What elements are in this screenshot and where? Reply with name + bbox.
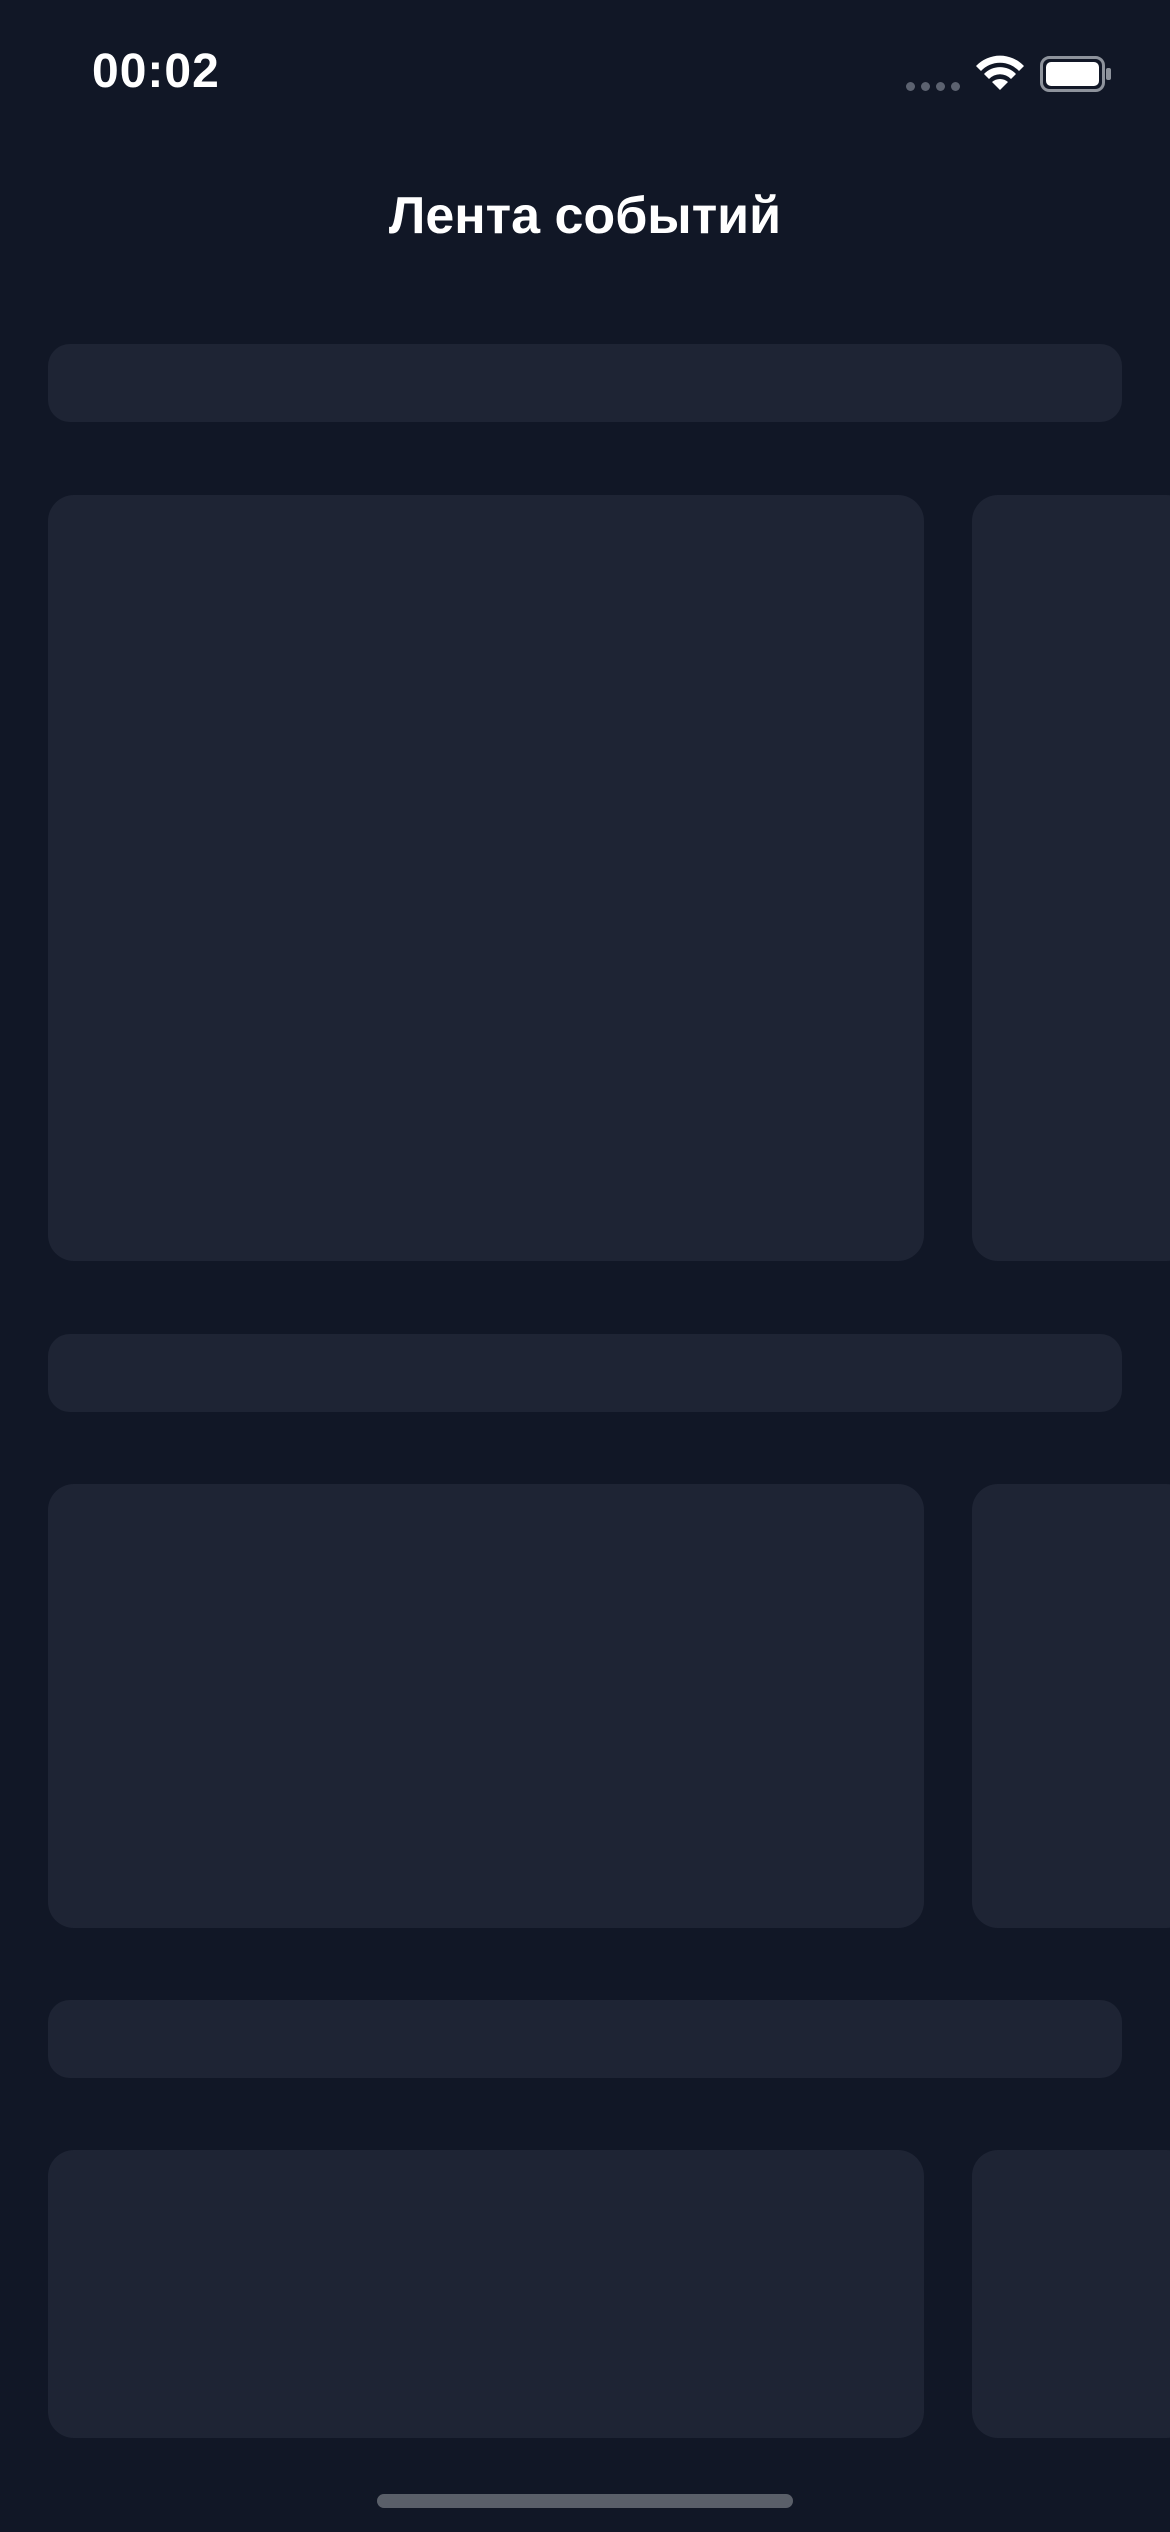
home-indicator[interactable] — [377, 2494, 793, 2508]
event-card-skeleton[interactable] — [972, 1484, 1170, 1928]
status-bar: 00:02 — [0, 0, 1170, 140]
section-header-skeleton — [48, 2000, 1122, 2078]
event-card-skeleton[interactable] — [972, 2150, 1170, 2438]
section-header-skeleton — [48, 1334, 1122, 1412]
event-card-skeleton[interactable] — [48, 2150, 924, 2438]
battery-icon — [1040, 56, 1111, 92]
page-title: Лента событий — [388, 187, 782, 245]
event-card-skeleton[interactable] — [972, 495, 1170, 1261]
event-card-skeleton[interactable] — [48, 495, 924, 1261]
wifi-icon — [976, 55, 1024, 90]
cellular-signal-icon — [906, 82, 960, 91]
status-time: 00:02 — [92, 45, 220, 98]
section-header-skeleton — [48, 344, 1122, 422]
event-card-skeleton[interactable] — [48, 1484, 924, 1928]
